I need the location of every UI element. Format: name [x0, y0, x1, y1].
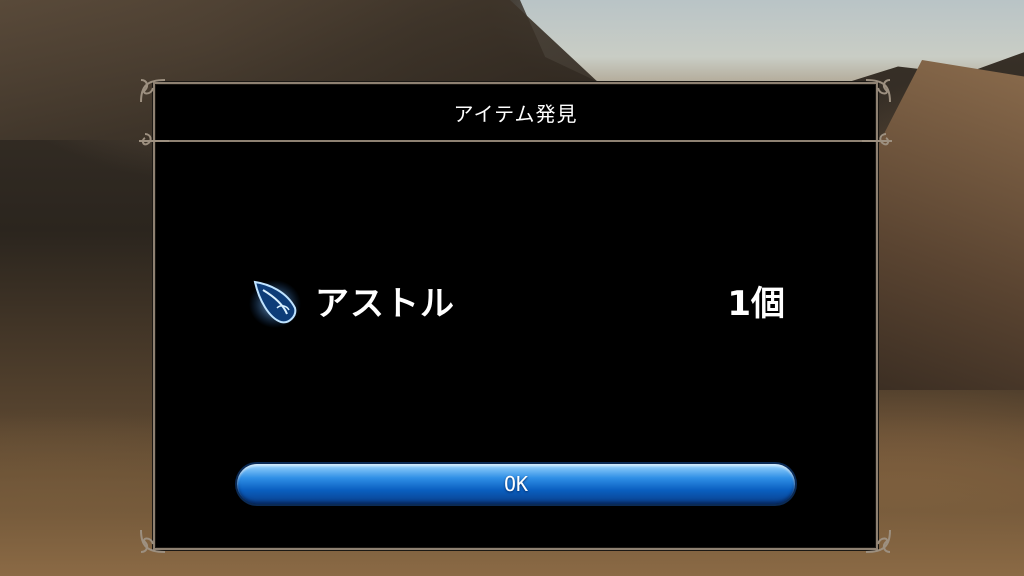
ornament-corner-icon — [860, 76, 894, 106]
ok-button-label: OK — [503, 472, 529, 496]
found-item-row: アストル 1個 — [247, 270, 785, 328]
dialog-title-bar: アイテム発見 — [155, 84, 876, 142]
ornament-corner-icon — [137, 76, 171, 106]
item-name: アストル — [315, 284, 455, 324]
item-found-dialog: アイテム発見 アストル 1個 OK — [139, 79, 892, 553]
ok-button[interactable]: OK — [237, 464, 795, 504]
ornament-corner-icon — [860, 526, 894, 556]
ornament-corner-icon — [137, 526, 171, 556]
ornament-corner-icon — [137, 126, 171, 156]
item-count: 1個 — [727, 284, 785, 324]
dialog-title: アイテム発見 — [453, 101, 578, 126]
ornament-corner-icon — [860, 126, 894, 156]
crystal-shard-icon — [247, 274, 303, 330]
